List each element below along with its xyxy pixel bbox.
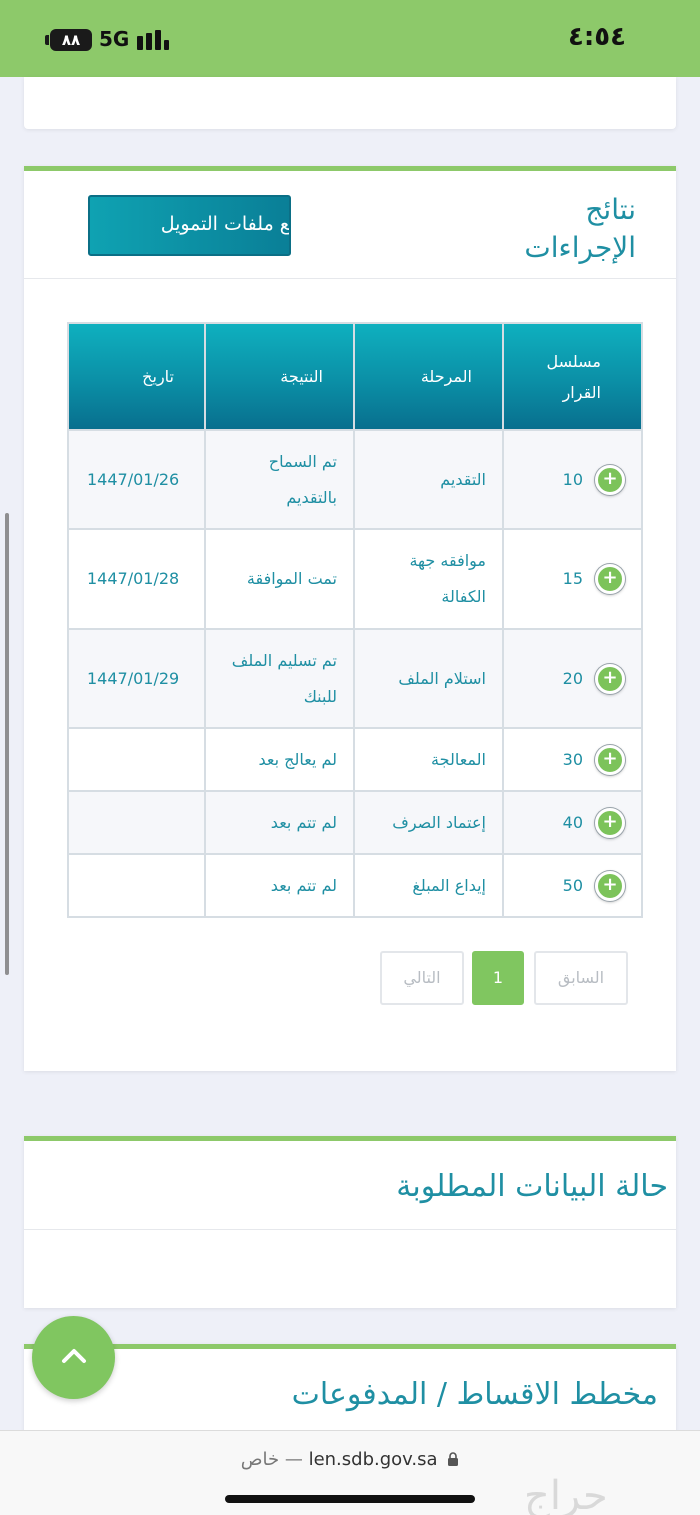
result-cell: لم تتم بعد	[204, 790, 355, 855]
result-cell: لم تتم بعد	[204, 853, 355, 918]
battery-tip	[45, 35, 49, 45]
url-display[interactable]: خاص — len.sdb.gov.sa	[0, 1449, 700, 1470]
divider	[24, 278, 676, 279]
results-card: نتائج الإجراءات فع ملفات التمويل مسلسل ا…	[24, 166, 676, 1071]
signal-icon	[137, 30, 171, 50]
expand-plus-icon[interactable]: +	[595, 807, 625, 838]
result-cell: تمت الموافقة	[204, 528, 355, 630]
date-cell	[67, 853, 206, 918]
serial-cell: +40	[502, 790, 643, 855]
serial-value: 15	[562, 569, 583, 588]
required-data-status-card: حالة البيانات المطلوبة	[24, 1136, 676, 1308]
column-header-result: النتيجة	[204, 322, 355, 431]
serial-value: 40	[562, 812, 583, 832]
chevron-up-icon	[62, 1349, 86, 1363]
previous-page-button[interactable]: السابق	[534, 951, 628, 1005]
serial-value: 50	[562, 875, 583, 895]
expand-plus-icon[interactable]: +	[595, 870, 625, 901]
expand-plus-icon[interactable]: +	[595, 564, 625, 594]
table-row: +30 المعالجة لم يعالج بعد	[67, 727, 643, 792]
expand-plus-icon[interactable]: +	[595, 464, 625, 495]
date-cell: 1447/01/29	[67, 628, 206, 729]
serial-cell: +30	[502, 727, 643, 792]
date-cell	[67, 727, 206, 792]
stage-cell: إيداع المبلغ	[353, 853, 504, 918]
stage-cell: استلام الملف	[353, 628, 504, 729]
divider	[24, 1229, 676, 1230]
date-cell	[67, 790, 206, 855]
column-header-serial: مسلسل القرار	[502, 322, 643, 431]
date-cell: 1447/01/28	[67, 528, 206, 630]
serial-cell: +50	[502, 853, 643, 918]
results-title: نتائج الإجراءات	[524, 193, 636, 264]
scroll-top-button[interactable]	[32, 1316, 115, 1399]
result-cell: لم يعالج بعد	[204, 727, 355, 792]
expand-plus-icon[interactable]: +	[595, 744, 625, 775]
result-cell: تم السماح بالتقديم	[204, 429, 355, 530]
serial-cell: +20	[502, 628, 643, 729]
home-indicator[interactable]	[225, 1495, 475, 1503]
serial-cell: +15	[502, 528, 643, 630]
upload-button-label: فع ملفات التمويل	[160, 213, 291, 235]
table-header-row: مسلسل القرار المرحلة النتيجة تاريخ	[67, 322, 643, 431]
table-row: +40 إعتماد الصرف لم تتم بعد	[67, 790, 643, 855]
status-bar: ٨٨ 5G ٤:٥٤	[0, 0, 700, 77]
previous-card	[24, 77, 676, 129]
serial-value: 30	[562, 749, 583, 769]
column-header-stage: المرحلة	[353, 322, 504, 431]
serial-value: 10	[562, 469, 583, 489]
stage-cell: إعتماد الصرف	[353, 790, 504, 855]
table-row: +20 استلام الملف تم تسليم الملف للبنك 14…	[67, 628, 643, 729]
serial-value: 20	[562, 668, 583, 688]
next-page-button[interactable]: التالي	[380, 951, 464, 1005]
current-page-button[interactable]: 1	[472, 951, 524, 1005]
upload-financing-files-button[interactable]: فع ملفات التمويل	[88, 195, 291, 256]
procedures-table: مسلسل القرار المرحلة النتيجة تاريخ +10 ا…	[67, 322, 643, 918]
date-cell: 1447/01/26	[67, 429, 206, 530]
network-type: 5G	[99, 27, 130, 51]
installments-plan-title: مخطط الاقساط / المدفوعات	[291, 1377, 658, 1412]
scroll-indicator[interactable]	[5, 513, 9, 975]
table-row: +10 التقديم تم السماح بالتقديم 1447/01/2…	[67, 429, 643, 530]
stage-cell: المعالجة	[353, 727, 504, 792]
watermark-logo: حراج	[524, 1473, 608, 1515]
expand-plus-icon[interactable]: +	[595, 663, 625, 694]
lock-icon	[448, 1452, 459, 1466]
serial-cell: +10	[502, 429, 643, 530]
stage-cell: موافقه جهة الكفالة	[353, 528, 504, 630]
battery-icon: ٨٨	[50, 29, 92, 51]
stage-cell: التقديم	[353, 429, 504, 530]
column-header-date: تاريخ	[67, 322, 206, 431]
separator-dash: —	[284, 1449, 309, 1470]
status-time: ٤:٥٤	[568, 22, 627, 52]
table-row: +15 موافقه جهة الكفالة تمت الموافقة 1447…	[67, 528, 643, 630]
required-data-status-title: حالة البيانات المطلوبة	[396, 1169, 668, 1204]
domain-text: len.sdb.gov.sa	[308, 1449, 438, 1470]
private-label: خاص	[240, 1449, 280, 1470]
result-cell: تم تسليم الملف للبنك	[204, 628, 355, 729]
installments-plan-card: مخطط الاقساط / المدفوعات	[24, 1344, 676, 1434]
browser-url-bar[interactable]: خاص — len.sdb.gov.sa حراج	[0, 1430, 700, 1515]
table-row: +50 إيداع المبلغ لم تتم بعد	[67, 853, 643, 918]
